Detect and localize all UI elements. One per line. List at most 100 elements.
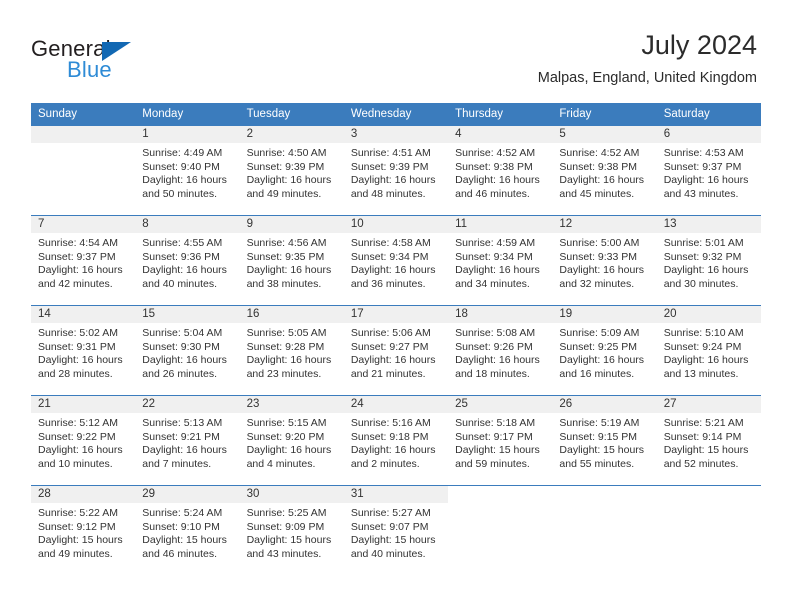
calendar-day-cell[interactable]: 15 Sunrise: 5:04 AM Sunset: 9:30 PM Dayligh… — [135, 305, 240, 396]
calendar-day-cell[interactable]: 5 Sunrise: 4:52 AM Sunset: 9:38 PM Daylight… — [552, 126, 657, 216]
day-cell-inner: 16 Sunrise: 5:05 AM Sunset: 9:28 PM Dayligh… — [239, 306, 344, 395]
day-details: Sunrise: 5:19 AM Sunset: 9:15 PM Daylight:… — [552, 413, 656, 471]
sunrise-time: Sunrise: 5:08 AM — [455, 327, 536, 339]
calendar-day-cell[interactable]: 26 Sunrise: 5:19 AM Sunset: 9:15 PM Dayligh… — [552, 395, 657, 486]
calendar-day-cell[interactable]: 24 Sunrise: 5:16 AM Sunset: 9:18 PM Dayligh… — [343, 395, 449, 486]
day-cell-inner: 22 Sunrise: 5:13 AM Sunset: 9:21 PM Dayligh… — [135, 396, 240, 485]
calendar-day-cell[interactable]: 19 Sunrise: 5:09 AM Sunset: 9:25 PM Dayligh… — [552, 305, 657, 396]
daylight-line-1: Daylight: 16 hours — [455, 354, 540, 367]
daylight-line-1: Daylight: 16 hours — [246, 354, 332, 367]
calendar-day-cell[interactable]: 18 Sunrise: 5:08 AM Sunset: 9:26 PM Dayligh… — [448, 305, 553, 396]
daylight-line-2: and 50 minutes. — [142, 187, 217, 200]
daylight-line-2: and 26 minutes. — [142, 367, 217, 380]
daylight-line-1: Daylight: 15 hours — [246, 534, 332, 547]
calendar-day-cell[interactable]: 29 Sunrise: 5:24 AM Sunset: 9:10 PM Dayligh… — [135, 485, 240, 575]
sunrise-time: Sunrise: 5:09 AM — [559, 327, 640, 339]
calendar-day-cell[interactable]: 12 Sunrise: 5:00 AM Sunset: 9:33 PM Dayligh… — [552, 215, 657, 306]
day-details: Sunrise: 5:18 AM Sunset: 9:17 PM Daylight:… — [448, 413, 552, 471]
calendar-day-cell[interactable]: 16 Sunrise: 5:05 AM Sunset: 9:28 PM Dayligh… — [239, 305, 344, 396]
calendar-day-cell[interactable]: 4 Sunrise: 4:52 AM Sunset: 9:38 PM Daylight… — [448, 126, 553, 216]
day-cell-inner: 11 Sunrise: 4:59 AM Sunset: 9:34 PM Dayligh… — [448, 216, 553, 305]
logo-word-blue: Blue — [67, 57, 112, 82]
day-cell-inner — [657, 486, 761, 575]
calendar-day-cell[interactable]: 9 Sunrise: 4:56 AM Sunset: 9:35 PM Daylight… — [239, 215, 344, 306]
sunset-time: Sunset: 9:28 PM — [246, 340, 325, 353]
day-details: Sunrise: 5:00 AM Sunset: 9:33 PM Daylight:… — [552, 233, 656, 291]
daylight-line-1: Daylight: 16 hours — [559, 264, 645, 277]
sunset-time: Sunset: 9:24 PM — [663, 340, 742, 353]
calendar-day-cell[interactable]: 30 Sunrise: 5:25 AM Sunset: 9:09 PM Dayligh… — [239, 485, 344, 575]
daylight-line-1: Daylight: 16 hours — [142, 174, 227, 187]
calendar-day-cell[interactable]: 31 Sunrise: 5:27 AM Sunset: 9:07 PM Dayligh… — [343, 485, 449, 575]
calendar-day-cell[interactable]: 2 Sunrise: 4:50 AM Sunset: 9:39 PM Daylight… — [239, 126, 344, 216]
day-cell-inner: 24 Sunrise: 5:16 AM Sunset: 9:18 PM Dayligh… — [343, 396, 449, 485]
calendar-day-cell[interactable]: 6 Sunrise: 4:53 AM Sunset: 9:37 PM Daylight… — [656, 126, 761, 216]
calendar-day-cell[interactable] — [552, 485, 657, 575]
calendar-day-cell[interactable]: 13 Sunrise: 5:01 AM Sunset: 9:32 PM Dayligh… — [656, 215, 761, 306]
day-cell-inner: 20 Sunrise: 5:10 AM Sunset: 9:24 PM Dayligh… — [656, 306, 761, 395]
calendar-page: General Blue July 2024 Malpas, England, … — [0, 0, 792, 612]
calendar-day-cell[interactable]: 10 Sunrise: 4:58 AM Sunset: 9:34 PM Dayligh… — [343, 215, 449, 306]
day-details: Sunrise: 5:21 AM Sunset: 9:14 PM Daylight:… — [657, 413, 761, 471]
calendar-day-cell[interactable]: 23 Sunrise: 5:15 AM Sunset: 9:20 PM Dayligh… — [239, 395, 344, 486]
day-number: 7 — [31, 216, 136, 233]
day-details: Sunrise: 4:55 AM Sunset: 9:36 PM Daylight:… — [135, 233, 239, 291]
sunset-time: Sunset: 9:22 PM — [38, 430, 116, 443]
daylight-line-2: and 52 minutes. — [663, 457, 739, 470]
sunset-time: Sunset: 9:32 PM — [663, 250, 742, 263]
sunrise-time: Sunrise: 5:15 AM — [246, 417, 327, 429]
sunset-time: Sunset: 9:31 PM — [38, 340, 116, 353]
sunrise-time: Sunrise: 4:49 AM — [142, 147, 223, 159]
daylight-line-2: and 34 minutes. — [455, 277, 530, 290]
calendar-day-cell[interactable]: 11 Sunrise: 4:59 AM Sunset: 9:34 PM Dayligh… — [448, 215, 553, 306]
calendar-week-row: 14 Sunrise: 5:02 AM Sunset: 9:31 PM Dayligh… — [31, 305, 761, 396]
day-number: 23 — [239, 396, 344, 413]
calendar-day-cell[interactable]: 20 Sunrise: 5:10 AM Sunset: 9:24 PM Dayligh… — [656, 305, 761, 396]
calendar-week-row: 1 Sunrise: 4:49 AM Sunset: 9:40 PM Daylight… — [31, 126, 761, 216]
weekday-header-monday: Monday — [135, 103, 240, 126]
calendar-day-cell[interactable]: 28 Sunrise: 5:22 AM Sunset: 9:12 PM Dayligh… — [31, 485, 136, 575]
calendar-day-cell[interactable] — [656, 485, 761, 575]
calendar-day-cell[interactable]: 27 Sunrise: 5:21 AM Sunset: 9:14 PM Dayligh… — [656, 395, 761, 486]
daylight-line-2: and 45 minutes. — [559, 187, 635, 200]
calendar-day-cell[interactable]: 14 Sunrise: 5:02 AM Sunset: 9:31 PM Dayligh… — [31, 305, 136, 396]
sunrise-time: Sunrise: 4:56 AM — [246, 237, 327, 249]
daylight-line-1: Daylight: 16 hours — [350, 444, 436, 457]
sunrise-time: Sunrise: 5:10 AM — [663, 327, 744, 339]
calendar-day-cell[interactable]: 21 Sunrise: 5:12 AM Sunset: 9:22 PM Dayligh… — [31, 395, 136, 486]
day-cell-inner: 3 Sunrise: 4:51 AM Sunset: 9:39 PM Daylight… — [343, 126, 449, 215]
daylight-line-1: Daylight: 16 hours — [142, 264, 227, 277]
sunrise-time: Sunrise: 5:22 AM — [38, 507, 118, 519]
sunrise-time: Sunrise: 5:18 AM — [455, 417, 536, 429]
daylight-line-2: and 18 minutes. — [455, 367, 530, 380]
day-number: 18 — [448, 306, 553, 323]
calendar-body: 1 Sunrise: 4:49 AM Sunset: 9:40 PM Daylight… — [31, 126, 761, 575]
calendar-day-cell[interactable]: 7 Sunrise: 4:54 AM Sunset: 9:37 PM Daylight… — [31, 215, 136, 306]
calendar-day-cell[interactable]: 22 Sunrise: 5:13 AM Sunset: 9:21 PM Dayligh… — [135, 395, 240, 486]
calendar-day-cell[interactable]: 1 Sunrise: 4:49 AM Sunset: 9:40 PM Daylight… — [135, 126, 240, 216]
sunrise-time: Sunrise: 5:24 AM — [142, 507, 223, 519]
day-number: 3 — [343, 126, 449, 143]
day-number: 27 — [656, 396, 761, 413]
day-details: Sunrise: 4:56 AM Sunset: 9:35 PM Daylight:… — [240, 233, 344, 291]
sunset-time: Sunset: 9:40 PM — [142, 160, 220, 173]
day-details: Sunrise: 5:08 AM Sunset: 9:26 PM Daylight:… — [448, 323, 552, 381]
daylight-line-2: and 49 minutes. — [246, 187, 322, 200]
sunrise-time: Sunrise: 4:51 AM — [350, 147, 431, 159]
calendar-day-cell[interactable]: 8 Sunrise: 4:55 AM Sunset: 9:36 PM Daylight… — [135, 215, 240, 306]
calendar-day-cell[interactable]: 3 Sunrise: 4:51 AM Sunset: 9:39 PM Daylight… — [343, 126, 449, 216]
calendar-day-cell[interactable]: 17 Sunrise: 5:06 AM Sunset: 9:27 PM Dayligh… — [343, 305, 449, 396]
calendar-day-cell[interactable] — [31, 126, 136, 216]
day-cell-inner: 15 Sunrise: 5:04 AM Sunset: 9:30 PM Dayligh… — [135, 306, 240, 395]
calendar-day-cell[interactable] — [448, 485, 553, 575]
day-number: 20 — [656, 306, 761, 323]
calendar-day-cell[interactable]: 25 Sunrise: 5:18 AM Sunset: 9:17 PM Dayligh… — [448, 395, 553, 486]
day-details: Sunrise: 5:24 AM Sunset: 9:10 PM Daylight:… — [135, 503, 239, 561]
day-number: 11 — [448, 216, 553, 233]
sunset-time: Sunset: 9:34 PM — [350, 250, 429, 263]
day-number: 21 — [31, 396, 136, 413]
day-cell-inner: 21 Sunrise: 5:12 AM Sunset: 9:22 PM Dayligh… — [31, 396, 136, 485]
day-number: 9 — [239, 216, 344, 233]
sunrise-time: Sunrise: 5:02 AM — [38, 327, 118, 339]
daylight-line-1: Daylight: 16 hours — [559, 354, 645, 367]
